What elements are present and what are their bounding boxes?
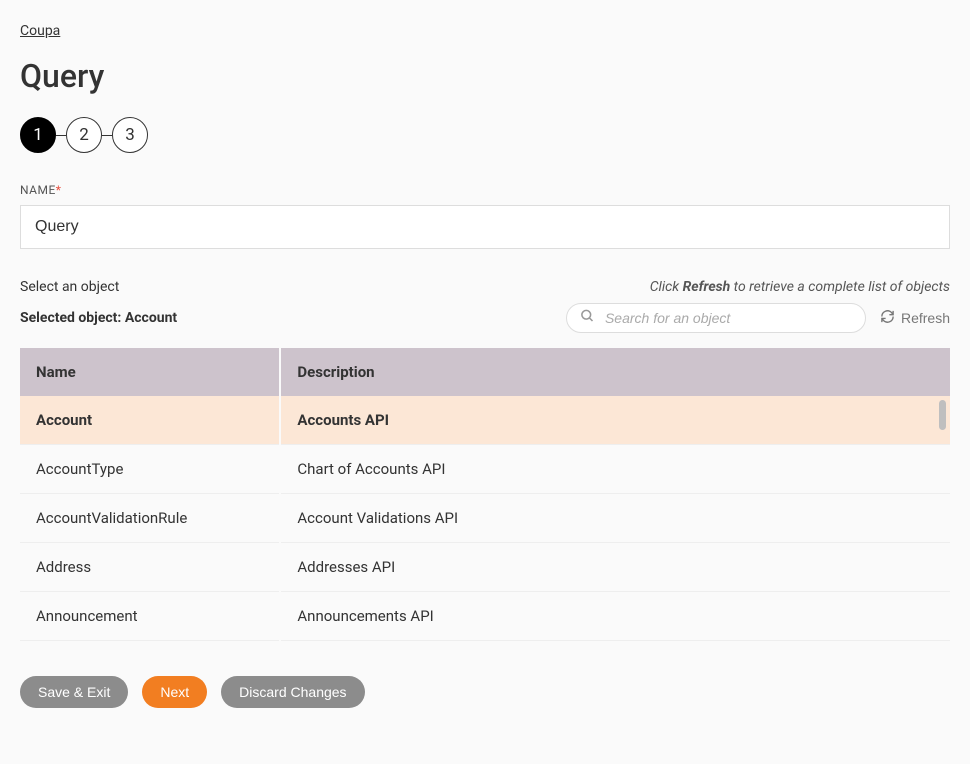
refresh-icon: [880, 309, 895, 327]
table-header-row: Name Description: [20, 348, 950, 396]
cell-name: Address: [20, 543, 280, 592]
step-connector: [102, 135, 112, 136]
button-row: Save & Exit Next Discard Changes: [20, 676, 950, 708]
refresh-hint-prefix: Click: [650, 279, 683, 295]
header-description[interactable]: Description: [280, 348, 950, 396]
selected-object-value: Account: [125, 310, 177, 326]
cell-description: Addresses API: [280, 543, 950, 592]
step-connector: [56, 135, 66, 136]
select-object-label: Select an object: [20, 279, 119, 295]
name-input[interactable]: [20, 205, 950, 249]
selected-object-label: Selected object: Account: [20, 310, 177, 326]
cell-name: Announcement: [20, 592, 280, 641]
discard-button[interactable]: Discard Changes: [221, 676, 364, 708]
search-input[interactable]: [566, 303, 866, 333]
cell-description: Chart of Accounts API: [280, 445, 950, 494]
table-row[interactable]: AnnouncementAnnouncements API: [20, 592, 950, 641]
next-button[interactable]: Next: [142, 676, 207, 708]
table-row[interactable]: AccountValidationRuleAccount Validations…: [20, 494, 950, 543]
search-wrap: [566, 303, 866, 333]
stepper: 1 2 3: [20, 117, 950, 153]
refresh-label: Refresh: [901, 310, 950, 326]
selected-object-prefix: Selected object:: [20, 310, 125, 326]
cell-description: Account Validations API: [280, 494, 950, 543]
step-2[interactable]: 2: [66, 117, 102, 153]
step-3[interactable]: 3: [112, 117, 148, 153]
table-row[interactable]: AccountAccounts API: [20, 396, 950, 445]
cell-name: AccountValidationRule: [20, 494, 280, 543]
save-exit-button[interactable]: Save & Exit: [20, 676, 128, 708]
cell-name: Account: [20, 396, 280, 445]
name-label-text: NAME: [20, 183, 56, 197]
header-name[interactable]: Name: [20, 348, 280, 396]
scrollbar[interactable]: [937, 400, 948, 640]
refresh-button[interactable]: Refresh: [880, 309, 950, 327]
refresh-hint: Click Refresh to retrieve a complete lis…: [650, 279, 950, 295]
cell-description: Announcements API: [280, 592, 950, 641]
refresh-hint-suffix: to retrieve a complete list of objects: [730, 279, 950, 295]
page-title: Query: [20, 57, 950, 95]
breadcrumb-link[interactable]: Coupa: [20, 23, 60, 39]
table-row[interactable]: AccountTypeChart of Accounts API: [20, 445, 950, 494]
cell-description: Accounts API: [280, 396, 950, 445]
table-row[interactable]: AddressAddresses API: [20, 543, 950, 592]
refresh-hint-bold: Refresh: [683, 279, 731, 295]
step-1[interactable]: 1: [20, 117, 56, 153]
cell-name: AccountType: [20, 445, 280, 494]
scrollbar-thumb[interactable]: [939, 400, 946, 430]
object-table: Name Description AccountAccounts APIAcco…: [20, 348, 950, 641]
required-marker: *: [56, 183, 62, 197]
object-table-container: Name Description AccountAccounts APIAcco…: [20, 348, 950, 644]
name-field-label: NAME*: [20, 183, 950, 197]
